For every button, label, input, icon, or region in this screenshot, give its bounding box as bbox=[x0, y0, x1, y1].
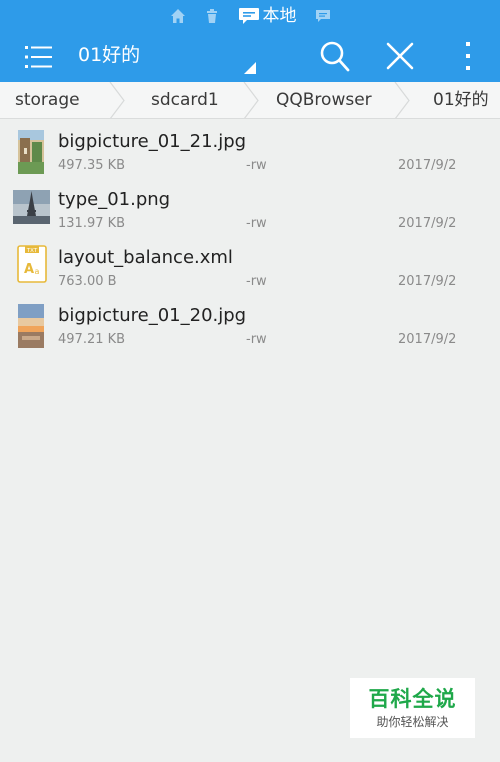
file-permissions: -rw bbox=[246, 158, 267, 173]
trash-icon[interactable] bbox=[204, 8, 220, 24]
svg-text:a: a bbox=[35, 267, 40, 276]
image-thumbnail-icon bbox=[18, 304, 44, 348]
image-thumbnail-icon bbox=[13, 190, 50, 224]
txt-file-icon: TXT A a bbox=[17, 245, 47, 283]
chevron-right-icon bbox=[109, 82, 125, 118]
file-size: 131.97 KB bbox=[58, 216, 126, 231]
watermark-badge: 百科全说 助你轻松解决 bbox=[350, 678, 475, 738]
breadcrumb: storage sdcard1 QQBrowser 01好的 bbox=[0, 82, 500, 119]
top-toolbar: 本地 bbox=[0, 0, 500, 32]
file-size: 497.21 KB bbox=[58, 332, 126, 347]
file-size: 497.35 KB bbox=[58, 158, 126, 173]
local-tab[interactable]: 本地 bbox=[238, 7, 297, 25]
chat-icon bbox=[238, 8, 259, 24]
close-icon[interactable] bbox=[384, 40, 416, 72]
breadcrumb-item-qqbrowser[interactable]: QQBrowser bbox=[276, 82, 372, 118]
file-date: 2017/9/2 bbox=[398, 158, 457, 173]
home-icon[interactable] bbox=[170, 8, 186, 24]
file-date: 2017/9/2 bbox=[398, 332, 457, 347]
file-permissions: -rw bbox=[246, 216, 267, 231]
chevron-right-icon bbox=[243, 82, 259, 118]
list-item[interactable]: type_01.png 131.97 KB -rw 2017/9/2 bbox=[0, 182, 500, 240]
file-name: type_01.png bbox=[58, 189, 171, 210]
watermark-title: 百科全说 bbox=[368, 687, 457, 711]
file-name: bigpicture_01_21.jpg bbox=[58, 131, 247, 152]
dropdown-triangle-icon[interactable] bbox=[244, 62, 256, 74]
file-permissions: -rw bbox=[246, 274, 267, 289]
more-vert-icon[interactable] bbox=[456, 39, 480, 73]
local-label: 本地 bbox=[262, 5, 297, 26]
file-size: 763.00 B bbox=[58, 274, 117, 289]
menu-icon[interactable] bbox=[24, 43, 54, 71]
breadcrumb-item-sdcard1[interactable]: sdcard1 bbox=[151, 82, 219, 118]
search-icon[interactable] bbox=[318, 39, 350, 73]
breadcrumb-item-current[interactable]: 01好的 bbox=[433, 82, 489, 118]
file-date: 2017/9/2 bbox=[398, 216, 457, 231]
image-thumbnail-icon bbox=[18, 130, 44, 174]
file-name: layout_balance.xml bbox=[58, 247, 233, 268]
page-title[interactable]: 01好的 bbox=[78, 42, 140, 68]
chevron-right-icon bbox=[394, 82, 410, 118]
file-name: bigpicture_01_20.jpg bbox=[58, 305, 247, 326]
list-item[interactable]: bigpicture_01_21.jpg 497.35 KB -rw 2017/… bbox=[0, 124, 500, 182]
file-permissions: -rw bbox=[246, 332, 267, 347]
watermark-subtitle: 助你轻松解决 bbox=[376, 715, 449, 729]
file-date: 2017/9/2 bbox=[398, 274, 457, 289]
svg-text:A: A bbox=[24, 262, 34, 277]
list-item[interactable]: bigpicture_01_20.jpg 497.21 KB -rw 2017/… bbox=[0, 298, 500, 356]
action-bar: 01好的 bbox=[0, 32, 500, 82]
breadcrumb-item-storage[interactable]: storage bbox=[15, 82, 80, 118]
list-item[interactable]: TXT A a layout_balance.xml 763.00 B -rw … bbox=[0, 240, 500, 298]
message-icon[interactable] bbox=[315, 8, 331, 24]
svg-text:TXT: TXT bbox=[26, 248, 38, 254]
